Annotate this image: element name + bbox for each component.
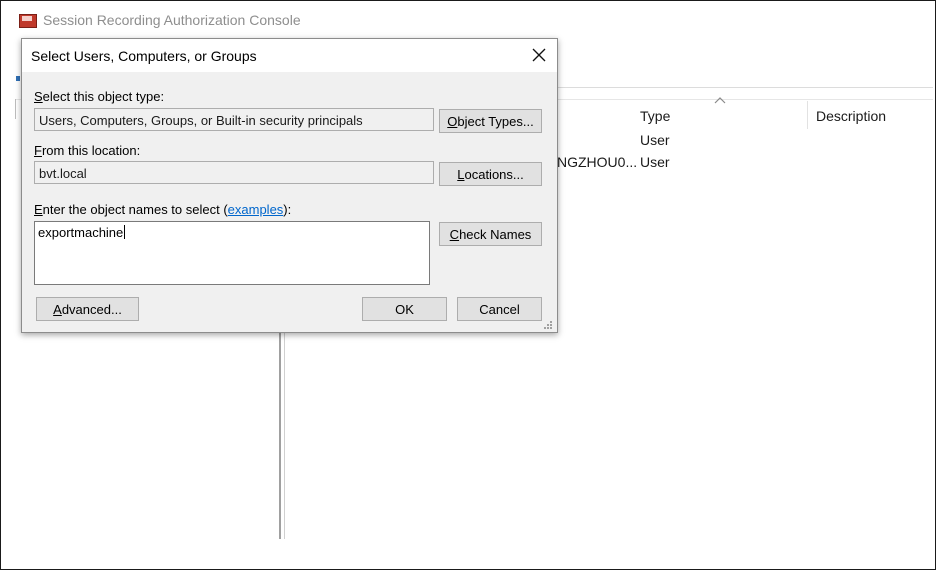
screenshot-frame: Session Recording Authorization Console …	[0, 0, 936, 570]
dialog-titlebar[interactable]: Select Users, Computers, or Groups	[22, 39, 557, 72]
resize-grip-icon[interactable]	[542, 319, 553, 330]
close-button[interactable]	[528, 44, 550, 66]
row-2-name[interactable]: NGZHOU0...	[557, 154, 637, 170]
select-users-dialog: Select Users, Computers, or Groups Selec…	[21, 38, 558, 333]
pane-splitter[interactable]	[279, 331, 281, 539]
close-icon	[532, 48, 546, 62]
ok-button[interactable]: OK	[362, 297, 447, 321]
advanced-button[interactable]: Advanced...	[36, 297, 139, 321]
locations-button[interactable]: Locations...	[439, 162, 542, 186]
object-names-input[interactable]: exportmachine	[34, 221, 430, 285]
object-types-button[interactable]: Object Types...	[439, 109, 542, 133]
column-separator[interactable]	[807, 101, 808, 129]
nav-arrow-fragment	[16, 76, 20, 81]
cancel-button[interactable]: Cancel	[457, 297, 542, 321]
object-names-label: Enter the object names to select (exampl…	[34, 202, 292, 217]
object-type-label: Select this object type:	[34, 89, 165, 104]
location-field: bvt.local	[34, 161, 434, 184]
app-title: Session Recording Authorization Console	[43, 12, 301, 28]
text-caret	[124, 225, 126, 239]
dialog-title: Select Users, Computers, or Groups	[31, 48, 257, 64]
check-names-button[interactable]: Check Names	[439, 222, 542, 246]
examples-link[interactable]: examples	[228, 202, 284, 217]
object-type-field: Users, Computers, Groups, or Built-in se…	[34, 108, 434, 131]
app-titlebar: Session Recording Authorization Console	[19, 7, 301, 33]
sort-ascending-icon[interactable]	[714, 96, 726, 104]
toolbar-divider	[551, 87, 933, 88]
row-2-type[interactable]: User	[640, 154, 670, 170]
column-header-type[interactable]: Type	[640, 105, 670, 127]
pane-splitter-shadow	[284, 331, 285, 539]
column-header-description[interactable]: Description	[816, 105, 886, 127]
location-label: From this location:	[34, 143, 141, 158]
tree-pane-edge	[15, 99, 16, 119]
recording-console-icon	[19, 12, 37, 28]
row-1-type[interactable]: User	[640, 132, 670, 148]
